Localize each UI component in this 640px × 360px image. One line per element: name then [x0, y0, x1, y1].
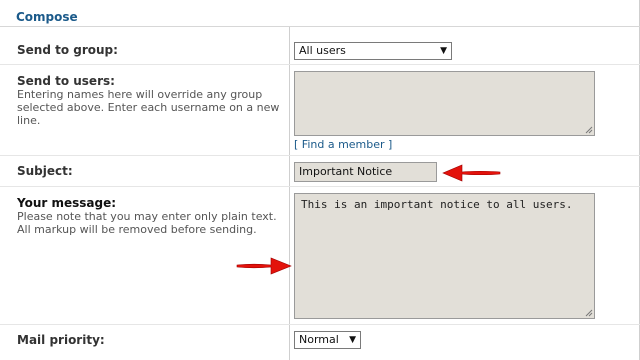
find-member-prefix: [: [294, 138, 302, 151]
legend-rule: [0, 26, 640, 27]
chevron-down-icon: ▼: [440, 46, 447, 56]
red-arrow-icon: [442, 164, 501, 182]
row-divider: [0, 324, 640, 325]
send-to-users-textarea[interactable]: [294, 71, 595, 136]
mail-priority-select[interactable]: Normal ▼: [294, 331, 361, 349]
chevron-down-icon: ▼: [349, 335, 356, 345]
send-to-users-help: Entering names here will override any gr…: [17, 88, 280, 127]
find-member-link-wrap: [ Find a member ]: [294, 138, 392, 151]
find-member-suffix: ]: [384, 138, 393, 151]
mail-priority-label: Mail priority:: [17, 333, 105, 347]
subject-input[interactable]: Important Notice: [294, 162, 437, 182]
subject-label: Subject:: [17, 164, 73, 178]
red-arrow-icon: [236, 257, 292, 275]
page: Compose Send to group: All users ▼ Send …: [0, 0, 640, 360]
section-legend: Compose: [16, 10, 78, 24]
message-textarea[interactable]: This is an important notice to all users…: [294, 193, 595, 319]
mail-priority-value: Normal: [299, 333, 339, 346]
send-to-group-value: All users: [299, 44, 346, 57]
resize-handle-icon[interactable]: [585, 126, 593, 134]
compose-panel: Compose Send to group: All users ▼ Send …: [0, 0, 640, 360]
resize-handle-icon[interactable]: [585, 309, 593, 317]
send-to-group-select[interactable]: All users ▼: [294, 42, 452, 60]
row-divider: [0, 155, 640, 156]
message-label: Your message:: [17, 196, 117, 210]
send-to-group-label: Send to group:: [17, 43, 118, 57]
send-to-users-label: Send to users:: [17, 74, 115, 88]
column-divider: [289, 27, 290, 360]
message-help: Please note that you may enter only plai…: [17, 210, 277, 236]
find-member-link[interactable]: Find a member: [302, 138, 385, 151]
row-divider: [0, 64, 640, 65]
message-value: This is an important notice to all users…: [301, 198, 573, 211]
row-divider: [0, 186, 640, 187]
